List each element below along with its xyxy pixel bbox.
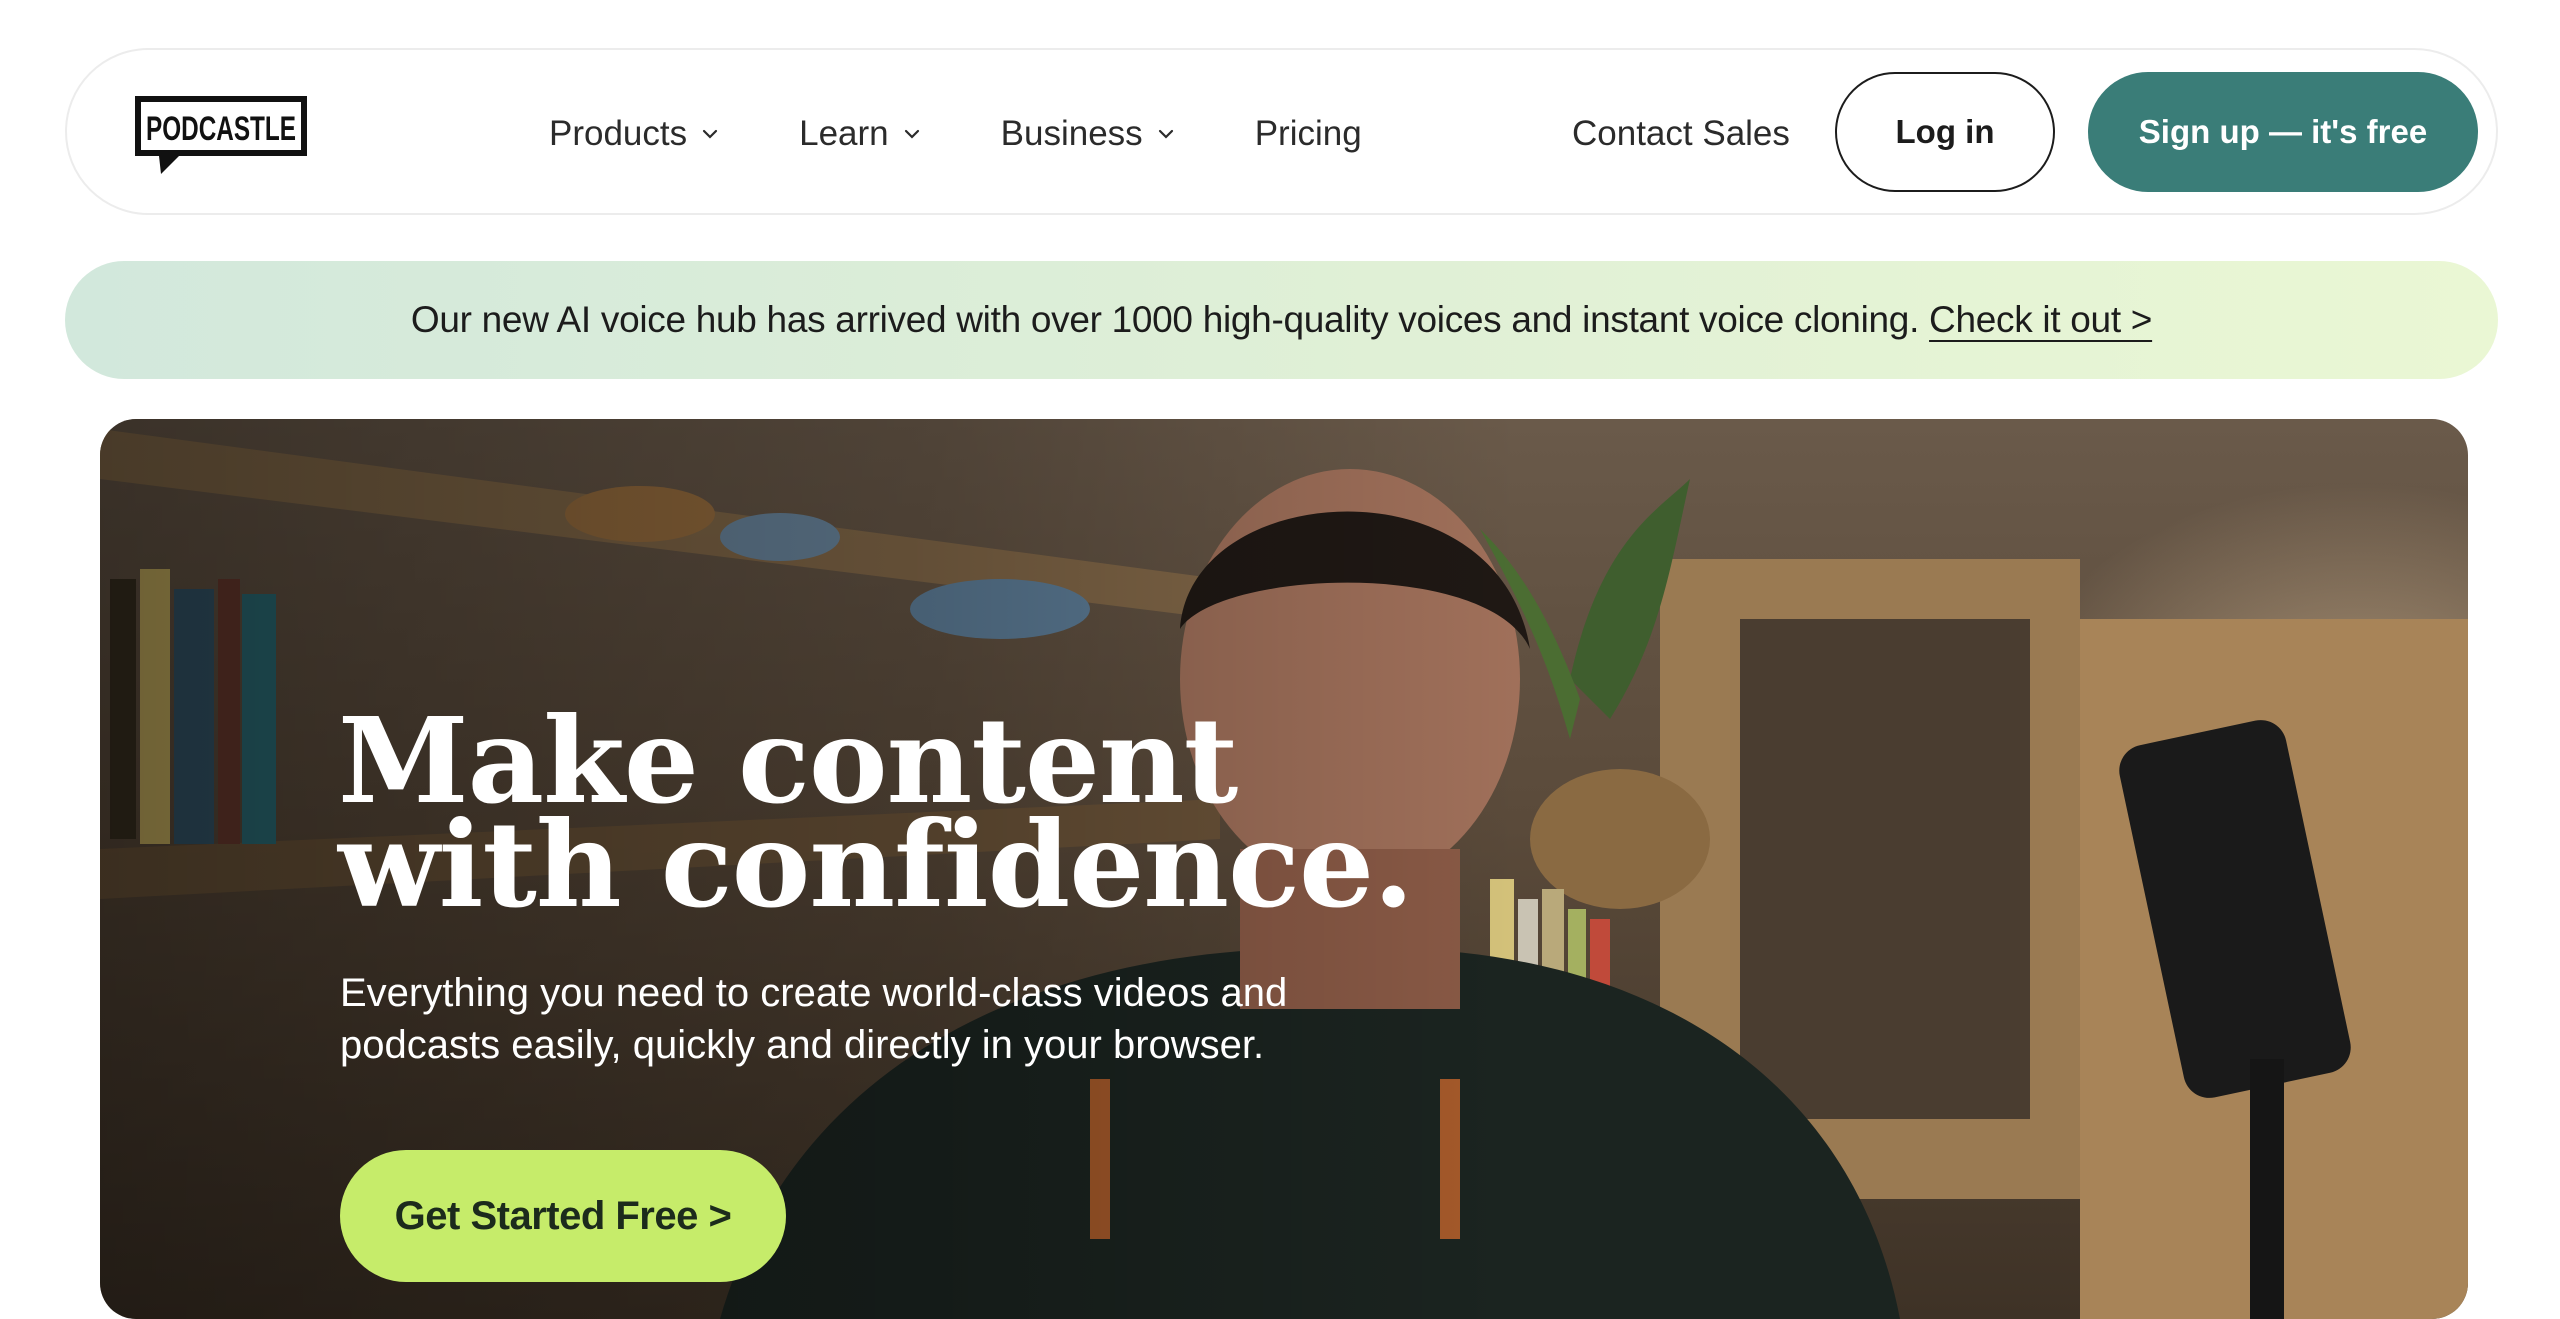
nav-pricing-label: Pricing — [1254, 113, 1362, 153]
announcement-banner: Our new AI voice hub has arrived with ov… — [65, 261, 2498, 379]
logo-icon: PODCASTLE — [135, 96, 307, 174]
hero-title: Make content with confidence. — [338, 702, 1438, 934]
chevron-down-icon — [1158, 129, 1173, 139]
nav-products[interactable]: Products — [549, 114, 719, 154]
nav-learn[interactable]: Learn — [799, 114, 921, 154]
hero-section: Make content with confidence. Everything… — [100, 419, 2468, 1319]
logo-wordmark: PODCASTLE — [146, 110, 296, 148]
nav-pricing[interactable]: Pricing — [1255, 114, 1362, 154]
chevron-down-icon — [703, 129, 718, 139]
nav-learn-label: Learn — [799, 113, 889, 153]
main-nav: Products Learn Business Pricing — [549, 50, 1442, 217]
chevron-down-icon — [904, 129, 919, 139]
signup-button[interactable]: Sign up — it's free — [2088, 72, 2478, 192]
nav-products-label: Products — [549, 113, 688, 153]
hero-subtitle: Everything you need to create world-clas… — [340, 971, 1288, 1067]
top-navbar: PODCASTLE Products Learn Business Pricin… — [65, 48, 2498, 215]
nav-business-label: Business — [1000, 113, 1143, 153]
announcement-link[interactable]: Check it out > — [1929, 299, 2152, 341]
contact-sales-link[interactable]: Contact Sales — [1572, 50, 1790, 217]
announcement-text: Our new AI voice hub has arrived with ov… — [410, 299, 1920, 340]
nav-business[interactable]: Business — [1001, 114, 1175, 154]
podcastle-logo[interactable]: PODCASTLE — [131, 92, 311, 178]
login-button[interactable]: Log in — [1835, 72, 2055, 192]
get-started-button[interactable]: Get Started Free > — [340, 1150, 786, 1282]
hero-title-line-2: with confidence. — [338, 795, 1414, 934]
